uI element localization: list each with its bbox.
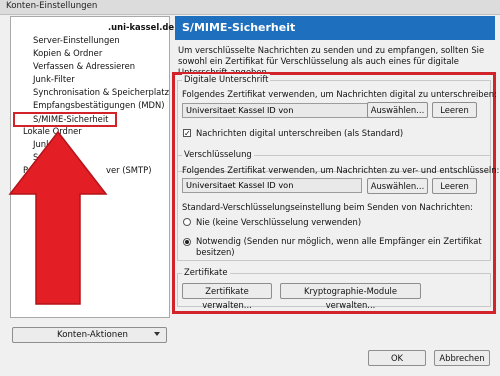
encryption-required-label-line1: Notwendig (Senden nur möglich, wenn alle… bbox=[196, 236, 482, 246]
encryption-clear-button[interactable]: Leeren bbox=[432, 178, 477, 194]
encryption-never-radio[interactable] bbox=[183, 218, 191, 226]
signature-clear-button[interactable]: Leeren bbox=[432, 102, 477, 118]
title-bar: Konten-Einstellungen bbox=[0, 0, 500, 15]
signature-select-button[interactable]: Auswählen... bbox=[367, 102, 428, 118]
tree-item-sync-storage[interactable]: Synchronisation & Speicherplatz bbox=[33, 87, 169, 98]
sign-by-default-checkbox[interactable]: ✓ bbox=[183, 129, 191, 138]
account-actions-button[interactable]: Konten-Aktionen bbox=[12, 327, 167, 343]
encryption-cert-input[interactable] bbox=[186, 180, 336, 190]
ok-button[interactable]: OK bbox=[368, 350, 426, 366]
account-settings-window: Konten-Einstellungen .uni-kassel.de Serv… bbox=[0, 0, 500, 376]
encryption-required-label-line2: besitzen) bbox=[196, 247, 235, 257]
tree-item-return-receipts[interactable]: Empfangsbestätigungen (MDN) bbox=[33, 100, 165, 111]
account-actions-label: Konten-Aktionen bbox=[57, 330, 128, 340]
tree-item-outgoing-right[interactable]: ver (SMTP) bbox=[106, 165, 151, 176]
encryption-legend: Verschlüsselung bbox=[182, 149, 254, 159]
panel-title: S/MIME-Sicherheit bbox=[182, 21, 296, 34]
red-arrow-annotation bbox=[8, 130, 108, 305]
tree-item-junk-filter[interactable]: Junk-Filter bbox=[33, 74, 75, 85]
signature-instruction: Folgendes Zertifikat verwenden, um Nachr… bbox=[182, 89, 497, 99]
signature-legend: Digitale Unterschrift bbox=[182, 74, 271, 84]
account-name[interactable]: .uni-kassel.de bbox=[108, 22, 174, 33]
encryption-instruction: Folgendes Zertifikat verwenden, um Nachr… bbox=[182, 165, 500, 175]
encryption-cert-field[interactable] bbox=[182, 178, 362, 193]
chevron-down-icon bbox=[154, 332, 160, 336]
smime-highlight-box bbox=[13, 112, 117, 127]
manage-crypto-modules-button[interactable]: Kryptographie-Module verwalten... bbox=[280, 283, 421, 310]
encryption-required-radio[interactable] bbox=[183, 238, 191, 246]
sign-by-default-label: Nachrichten digital unterschreiben (als … bbox=[196, 128, 404, 138]
manage-certificates-button[interactable]: Zertifikate verwalten... bbox=[182, 283, 272, 310]
window-title: Konten-Einstellungen bbox=[6, 1, 98, 11]
panel-header: S/MIME-Sicherheit bbox=[175, 16, 495, 40]
encryption-never-label: Nie (keine Verschlüsselung verwenden) bbox=[196, 217, 362, 227]
encryption-select-button[interactable]: Auswählen... bbox=[367, 178, 428, 194]
cancel-button[interactable]: Abbrechen bbox=[434, 350, 490, 366]
tree-item-server-settings[interactable]: Server-Einstellungen bbox=[33, 35, 120, 46]
signature-cert-input[interactable] bbox=[186, 105, 336, 115]
certificates-legend: Zertifikate bbox=[182, 267, 230, 277]
tree-item-copies-folders[interactable]: Kopien & Ordner bbox=[33, 48, 102, 59]
tree-item-composition[interactable]: Verfassen & Adressieren bbox=[33, 61, 135, 72]
default-encryption-label: Standard-Verschlüsselungseinstellung bei… bbox=[182, 202, 473, 212]
